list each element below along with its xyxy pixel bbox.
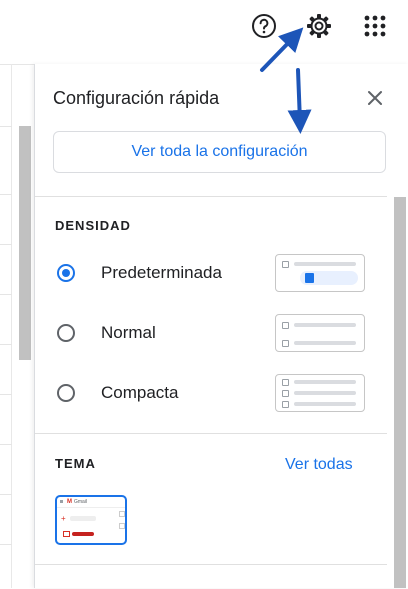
preview-line <box>294 323 356 327</box>
density-option-normal[interactable]: Normal <box>57 320 156 346</box>
radio-compact[interactable] <box>57 384 75 402</box>
preview-line <box>294 402 356 406</box>
mail-row-line <box>0 194 12 195</box>
density-compact-preview <box>275 374 365 412</box>
thumb-checkbox <box>119 511 125 517</box>
preview-line <box>294 341 356 345</box>
mail-list-divider <box>11 64 12 588</box>
density-option-compact[interactable]: Compacta <box>57 380 178 406</box>
panel-title: Configuración rápida <box>53 88 220 108</box>
mail-row-line <box>0 494 12 495</box>
density-title: DENSIDAD <box>55 218 131 233</box>
preview-checkbox <box>282 379 289 386</box>
thumb-logo-icon: M <box>67 499 72 505</box>
mail-row-line <box>0 126 12 127</box>
mail-row-line <box>0 444 12 445</box>
thumb-checkbox <box>119 523 125 529</box>
mail-row-line <box>0 394 12 395</box>
see-all-settings-button[interactable]: Ver toda la configuración <box>53 131 386 173</box>
density-normal-preview <box>275 314 365 352</box>
thumb-red-line <box>72 532 94 536</box>
section-divider <box>35 564 387 565</box>
density-default-preview <box>275 254 365 292</box>
preview-line <box>294 391 356 395</box>
preview-checkbox <box>282 390 289 397</box>
section-divider <box>35 433 387 434</box>
see-all-themes-link[interactable]: Ver todas <box>285 456 353 474</box>
quick-settings-panel: Configuración rápida Ver toda la configu… <box>34 64 408 588</box>
section-divider <box>35 196 387 197</box>
density-option-label: Normal <box>101 323 156 342</box>
thumb-menu-icon <box>60 500 63 503</box>
mail-row-line <box>0 244 12 245</box>
density-option-default[interactable]: Predeterminada <box>57 260 222 286</box>
theme-title: TEMA <box>55 456 96 471</box>
mail-row-line <box>0 294 12 295</box>
preview-checkbox <box>282 322 289 329</box>
preview-checkbox <box>282 340 289 347</box>
thumb-compose-icon: + <box>61 514 66 523</box>
mail-row-line <box>0 544 12 545</box>
close-icon[interactable] <box>363 86 387 110</box>
gear-icon[interactable] <box>305 12 333 40</box>
mail-list-scrollbar[interactable] <box>19 126 31 360</box>
top-bar <box>0 0 408 64</box>
thumb-brand: Gmail <box>74 499 88 505</box>
thumb-line <box>70 516 96 521</box>
thumb-inbox-icon <box>63 531 70 537</box>
preview-doc-icon <box>305 273 314 283</box>
panel-scrollbar[interactable] <box>394 197 406 588</box>
theme-default-thumbnail[interactable]: M Gmail + <box>55 495 127 545</box>
density-option-label: Predeterminada <box>101 263 222 282</box>
preview-checkbox <box>282 401 289 408</box>
help-icon[interactable] <box>250 12 278 40</box>
radio-default[interactable] <box>57 264 75 282</box>
radio-normal[interactable] <box>57 324 75 342</box>
preview-checkbox <box>282 261 289 268</box>
mail-row-line <box>0 344 12 345</box>
preview-line <box>294 262 356 266</box>
preview-line <box>294 380 356 384</box>
density-option-label: Compacta <box>101 383 179 402</box>
apps-grid-icon[interactable] <box>361 12 389 40</box>
